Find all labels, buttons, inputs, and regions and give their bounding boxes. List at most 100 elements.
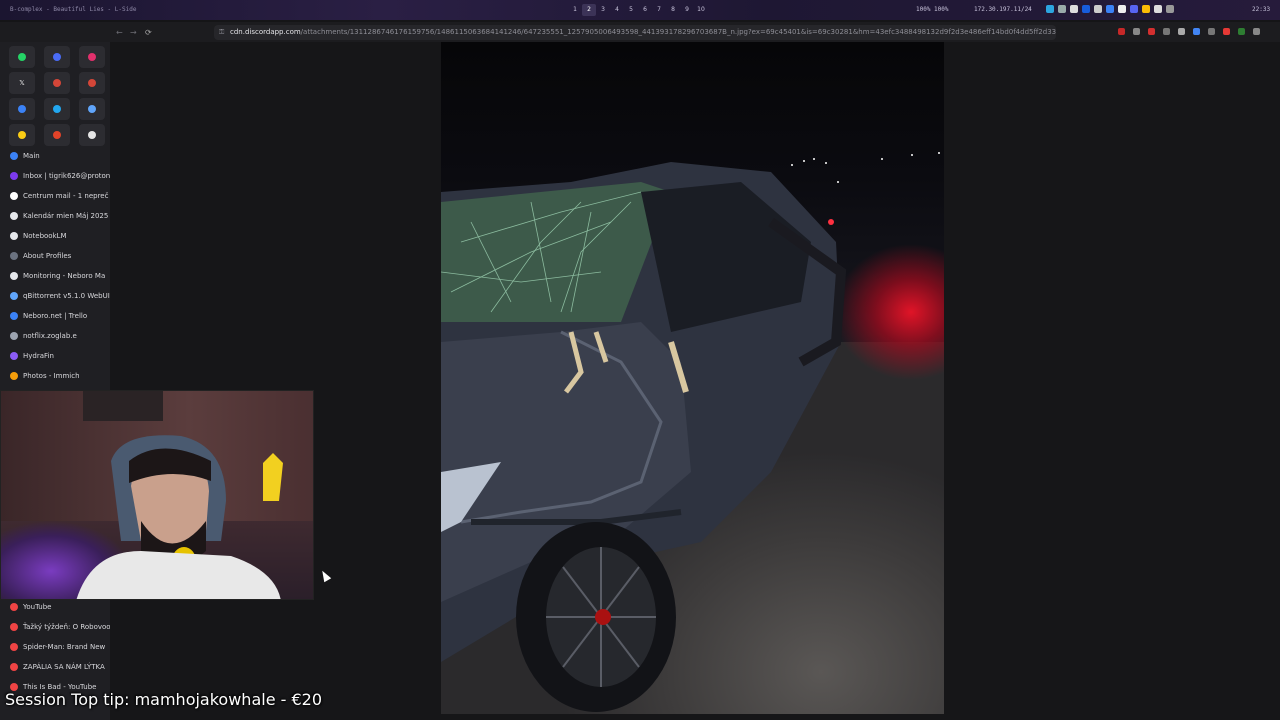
pinned-whatsapp[interactable] — [9, 46, 35, 68]
url-domain: cdn.discordapp.com — [230, 28, 301, 36]
youtube-icon[interactable] — [1223, 28, 1230, 35]
streamer-figure — [76, 391, 283, 599]
car-illustration — [441, 162, 847, 712]
telegram-icon[interactable] — [1046, 5, 1054, 13]
favicon-icon — [10, 252, 18, 260]
clock: 22:33 — [1252, 6, 1271, 13]
back-icon[interactable]: ← — [116, 28, 123, 37]
power-icon[interactable] — [1094, 5, 1102, 13]
sidebar-tab-label: HydraFin — [23, 352, 54, 360]
pinned-messenger[interactable] — [44, 46, 70, 68]
steam-icon[interactable] — [1118, 5, 1126, 13]
workspace-8[interactable]: 8 — [666, 4, 680, 16]
pinned-instagram[interactable] — [79, 46, 105, 68]
extension-icon[interactable] — [1133, 28, 1140, 35]
translate-icon[interactable] — [1193, 28, 1200, 35]
favicon-icon — [10, 643, 18, 651]
ublock-icon[interactable] — [1118, 28, 1125, 35]
url-path: /attachments/1311286746176159756/1486115… — [300, 28, 1056, 36]
pinned-gmail[interactable] — [44, 72, 70, 94]
sidebar-tab-label: Spider-Man: Brand New — [23, 643, 106, 651]
extension-icons[interactable] — [1118, 28, 1260, 35]
favicon-icon — [10, 312, 18, 320]
sync-icon[interactable] — [1070, 5, 1078, 13]
network-icon[interactable] — [1058, 5, 1066, 13]
bitwarden-icon[interactable] — [1082, 5, 1090, 13]
workspace-10[interactable]: 10 — [694, 4, 708, 16]
workspace-5[interactable]: 5 — [624, 4, 638, 16]
settings-icon[interactable] — [1166, 5, 1174, 13]
webcam-overlay — [0, 390, 314, 600]
shield-icon[interactable] — [1163, 28, 1170, 35]
sidebar-tab[interactable]: Ťažký týždeň: O Robovoo — [0, 617, 110, 637]
workspace-6[interactable]: 6 — [638, 4, 652, 16]
ext-green-icon[interactable] — [1238, 28, 1245, 35]
pinned-chat[interactable] — [9, 98, 35, 120]
pinned-notes[interactable] — [9, 124, 35, 146]
pinned-x[interactable]: 𝕏 — [9, 72, 35, 94]
damaged-car-photo[interactable] — [441, 42, 944, 714]
vpn-icon[interactable] — [1106, 5, 1114, 13]
sidebar-tab[interactable]: Spider-Man: Brand New — [0, 637, 110, 657]
usage-indicator: 100% 100% — [916, 6, 949, 13]
favicon-icon — [10, 332, 18, 340]
forward-icon[interactable]: → — [130, 28, 137, 37]
ip-address: 172.30.197.11/24 — [974, 6, 1032, 13]
x-icon: 𝕏 — [19, 79, 25, 87]
lastpass-icon[interactable] — [1148, 28, 1155, 35]
battery-icon[interactable] — [1154, 5, 1162, 13]
favicon-icon — [10, 212, 18, 220]
sidebar-tab[interactable]: ZAPÁLIA SA NÁM LÝTKA — [0, 657, 110, 677]
gitlab-icon — [53, 131, 61, 139]
workspace-1[interactable]: 1 — [568, 4, 582, 16]
sidebar-tab[interactable]: Centrum mail - 1 nepreč — [0, 186, 110, 206]
workspace-switcher[interactable]: 1 2 3 4 5 6 7 8 9 10 — [568, 4, 708, 16]
sidebar-tab[interactable]: notflix.zoglab.e — [0, 326, 110, 346]
sidebar-tab-label: notflix.zoglab.e — [23, 332, 77, 340]
workspace-2[interactable]: 2 — [582, 4, 596, 16]
workspace-3[interactable]: 3 — [596, 4, 610, 16]
url-bar[interactable]: ⚿ cdn.discordapp.com/attachments/1311286… — [214, 25, 1056, 40]
reload-icon[interactable]: ⟳ — [145, 28, 152, 37]
lock-icon: ⚿ — [219, 28, 225, 36]
speaker-icon[interactable] — [1178, 28, 1185, 35]
pinned-gmail-2[interactable] — [79, 72, 105, 94]
workspace-9[interactable]: 9 — [680, 4, 694, 16]
sidebar-tab[interactable]: HydraFin — [0, 346, 110, 366]
workspace-7[interactable]: 7 — [652, 4, 666, 16]
sidebar-tab-label: NotebookLM — [23, 232, 67, 240]
drop-icon — [53, 105, 61, 113]
sidebar-tab-label: Neboro.net | Trello — [23, 312, 88, 320]
sidebar-tab[interactable]: Main — [0, 146, 110, 166]
favicon-icon — [10, 352, 18, 360]
instagram-icon — [88, 53, 96, 61]
favicon-icon — [10, 192, 18, 200]
pinned-drop[interactable] — [44, 98, 70, 120]
sidebar-tab[interactable]: qBittorrent v5.1.0 WebUI — [0, 286, 110, 306]
sidebar-tab[interactable]: YouTube — [0, 597, 110, 617]
gmail-2-icon — [88, 79, 96, 87]
system-tray[interactable] — [1046, 5, 1174, 13]
workspace-4[interactable]: 4 — [610, 4, 624, 16]
sidebar-tab[interactable]: Photos - Immich — [0, 366, 110, 386]
favicon-icon — [10, 603, 18, 611]
sidebar-tab[interactable]: Neboro.net | Trello — [0, 306, 110, 326]
sidebar-tab-label: YouTube — [23, 603, 52, 611]
sidebar-tab[interactable]: Monitoring - Neboro Ma — [0, 266, 110, 286]
top-tip-overlay: Session Top tip: mamhojakowhale - €20 — [5, 690, 323, 709]
pinned-record[interactable] — [79, 124, 105, 146]
discord-icon[interactable] — [1130, 5, 1138, 13]
pinned-gitlab[interactable] — [44, 124, 70, 146]
favicon-icon — [10, 292, 18, 300]
sidebar-tab[interactable]: Kalendár mien Máj 2025 — [0, 206, 110, 226]
messages-icon — [88, 105, 96, 113]
sidebar-tab[interactable]: NotebookLM — [0, 226, 110, 246]
chrome-icon[interactable] — [1142, 5, 1150, 13]
sidebar-tab[interactable]: About Profiles — [0, 246, 110, 266]
bookmark-icon[interactable] — [1208, 28, 1215, 35]
pinned-messages[interactable] — [79, 98, 105, 120]
favicon-icon — [10, 372, 18, 380]
menu-icon[interactable] — [1253, 28, 1260, 35]
sidebar-tab[interactable]: Inbox | tigrik626@proton — [0, 166, 110, 186]
sidebar-tab-label: ZAPÁLIA SA NÁM LÝTKA — [23, 663, 105, 671]
